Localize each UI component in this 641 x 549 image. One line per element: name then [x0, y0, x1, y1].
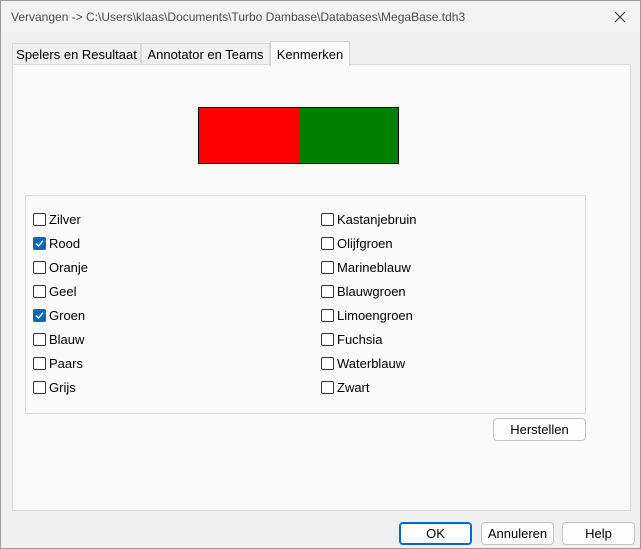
checkbox-label: Waterblauw	[337, 355, 406, 371]
checkbox-box[interactable]	[33, 356, 46, 370]
checkbox-groen[interactable]: Groen	[33, 306, 85, 324]
checkbox-box[interactable]	[33, 380, 46, 394]
tab-label: Kenmerken	[276, 46, 344, 62]
checkbox-paars[interactable]: Paars	[33, 354, 83, 372]
title-bar: Vervangen -> C:\Users\klaas\Documents\Tu…	[1, 1, 640, 32]
close-button[interactable]	[608, 6, 632, 28]
checkbox-marineblauw[interactable]: Marineblauw	[321, 258, 411, 276]
window-title: Vervangen -> C:\Users\klaas\Documents\Tu…	[11, 10, 466, 24]
checkbox-box[interactable]	[321, 356, 334, 370]
checkbox-box[interactable]	[321, 332, 334, 346]
checkbox-label: Marineblauw	[337, 259, 411, 275]
checkbox-box[interactable]	[321, 308, 334, 322]
checkbox-box[interactable]	[321, 212, 334, 226]
checkbox-label: Blauw	[49, 331, 85, 347]
tab-kenmerken[interactable]: Kenmerken	[270, 41, 350, 66]
checkbox-label: Zwart	[337, 379, 370, 395]
checkbox-grijs[interactable]: Grijs	[33, 378, 76, 396]
cancel-button[interactable]: Annuleren	[481, 522, 554, 545]
checkbox-box[interactable]	[33, 236, 46, 250]
checkbox-blauwgroen[interactable]: Blauwgroen	[321, 282, 406, 300]
checkbox-waterblauw[interactable]: Waterblauw	[321, 354, 405, 372]
checkbox-label: Olijfgroen	[337, 235, 393, 251]
reset-button[interactable]: Herstellen	[493, 418, 586, 441]
checkbox-box[interactable]	[33, 212, 46, 226]
checkbox-olijfgroen[interactable]: Olijfgroen	[321, 234, 393, 252]
tab-label: Annotator en Teams	[147, 47, 264, 62]
tab-spelers-en-resultaat[interactable]: Spelers en Resultaat	[12, 43, 141, 65]
close-icon	[614, 11, 626, 23]
checkbox-label: Fuchsia	[337, 331, 383, 347]
checkbox-kastanjebruin[interactable]: Kastanjebruin	[321, 210, 417, 228]
checkbox-label: Zilver	[49, 211, 81, 227]
checkbox-box[interactable]	[33, 332, 46, 346]
checkbox-box[interactable]	[321, 380, 334, 394]
checkbox-limoengroen[interactable]: Limoengroen	[321, 306, 413, 324]
checkbox-box[interactable]	[33, 308, 46, 322]
tab-annotator-en-teams[interactable]: Annotator en Teams	[141, 43, 270, 65]
checkbox-label: Grijs	[49, 379, 76, 395]
color-preview-green	[299, 108, 398, 163]
checkbox-box[interactable]	[33, 260, 46, 274]
checkmark-icon	[35, 239, 44, 247]
help-button[interactable]: Help	[562, 522, 635, 545]
tab-label: Spelers en Resultaat	[16, 47, 137, 62]
checkbox-box[interactable]	[321, 236, 334, 250]
dialog-window: Vervangen -> C:\Users\klaas\Documents\Tu…	[0, 0, 641, 549]
checkbox-label: Oranje	[49, 259, 89, 275]
checkbox-label: Paars	[49, 355, 83, 371]
color-preview	[198, 107, 399, 164]
checkbox-blauw[interactable]: Blauw	[33, 330, 84, 348]
checkbox-label: Rood	[49, 235, 81, 251]
checkbox-zilver[interactable]: Zilver	[33, 210, 81, 228]
checkbox-label: Geel	[49, 283, 77, 299]
ok-button[interactable]: OK	[399, 522, 472, 545]
checkbox-label: Groen	[49, 307, 86, 323]
checkbox-box[interactable]	[33, 284, 46, 298]
checkbox-label: Blauwgroen	[337, 283, 406, 299]
checkbox-box[interactable]	[321, 260, 334, 274]
checkmark-icon	[35, 311, 44, 319]
checkbox-oranje[interactable]: Oranje	[33, 258, 88, 276]
checkbox-rood[interactable]: Rood	[33, 234, 80, 252]
checkbox-fuchsia[interactable]: Fuchsia	[321, 330, 383, 348]
color-checkbox-group: Zilver Rood Oranje Geel Groen Blauw Paars Grijs…	[25, 195, 586, 414]
color-preview-red	[199, 108, 299, 163]
checkbox-zwart[interactable]: Zwart	[321, 378, 370, 396]
checkbox-label: Kastanjebruin	[337, 211, 417, 227]
tab-panel-kenmerken: Zilver Rood Oranje Geel Groen Blauw Paars Grijs…	[12, 64, 631, 511]
checkbox-label: Limoengroen	[337, 307, 413, 323]
checkbox-geel[interactable]: Geel	[33, 282, 76, 300]
checkbox-box[interactable]	[321, 284, 334, 298]
